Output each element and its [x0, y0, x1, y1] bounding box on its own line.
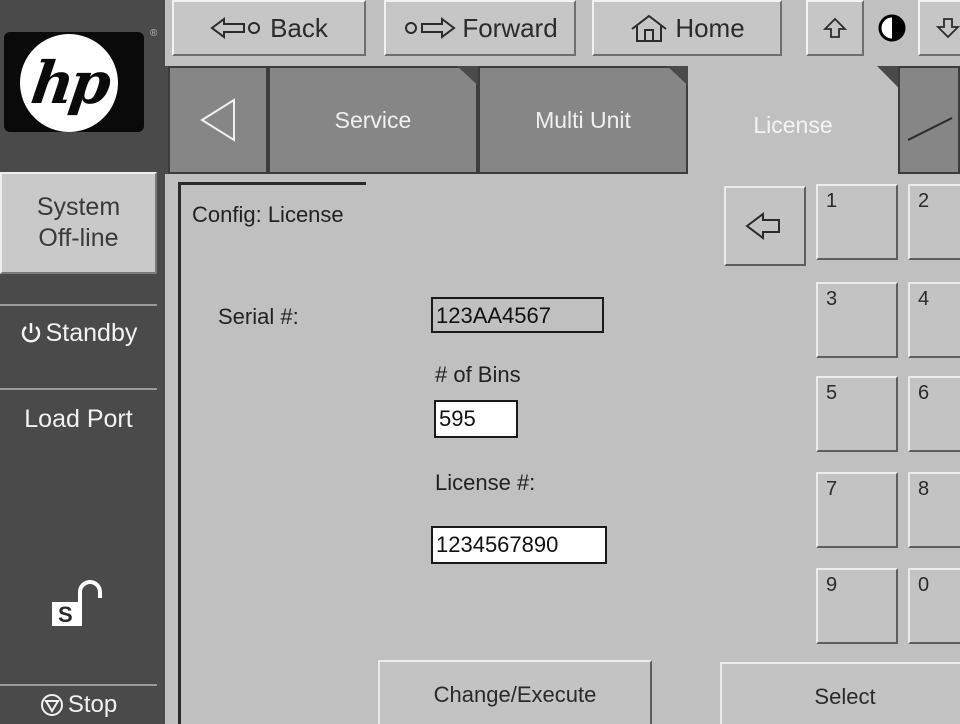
change-execute-button[interactable]: Change/Execute [378, 660, 652, 724]
forward-label: Forward [462, 12, 558, 43]
change-execute-label: Change/Execute [433, 682, 597, 707]
back-arrow-icon [210, 17, 264, 39]
logo-text: hp [26, 49, 112, 117]
power-icon [20, 321, 42, 345]
key-6[interactable]: 6 [908, 376, 960, 452]
key-5[interactable]: 5 [816, 376, 898, 452]
key-4[interactable]: 4 [908, 282, 960, 358]
key-9[interactable]: 9 [816, 568, 898, 644]
contrast-icon [877, 13, 907, 43]
license-label: License #: [435, 470, 536, 495]
offline-label-line1: System [36, 192, 121, 221]
license-number-input[interactable]: 1234567890 [431, 526, 607, 564]
key-3[interactable]: 3 [816, 282, 898, 358]
standby-label: Standby [45, 318, 138, 347]
left-triangle-icon [198, 98, 238, 142]
page-title: Config: License [192, 202, 344, 227]
back-button[interactable]: Back [172, 0, 366, 56]
home-button[interactable]: Home [592, 0, 782, 56]
stop-label: Stop [67, 691, 118, 718]
panel-border-left [178, 182, 181, 724]
stop-icon [40, 693, 64, 717]
load-port-label: Load Port [24, 404, 133, 433]
key-1[interactable]: 1 [816, 184, 898, 260]
key-0[interactable]: 0 [908, 568, 960, 644]
tab-multi-unit[interactable]: Multi Unit [478, 66, 688, 174]
key-7[interactable]: 7 [816, 472, 898, 548]
backspace-key[interactable] [724, 186, 806, 266]
hp-logo: hp [4, 32, 144, 132]
serial-number-field: 123AA4567 [431, 297, 604, 333]
security-lock-icon[interactable]: S [40, 578, 120, 638]
tab-license-label: License [753, 111, 833, 138]
down-arrow-icon [936, 16, 960, 40]
forward-arrow-icon [402, 17, 456, 39]
select-button[interactable]: Select [720, 662, 960, 724]
tab-license[interactable]: License [688, 66, 898, 184]
key-8[interactable]: 8 [908, 472, 960, 548]
select-label: Select [814, 684, 876, 709]
tab-multi-unit-label: Multi Unit [535, 106, 631, 133]
serial-label: Serial #: [218, 304, 299, 329]
logo-circle: hp [20, 34, 118, 132]
home-icon [629, 13, 669, 43]
tab-next-button[interactable] [898, 66, 960, 174]
offline-label-line2: Off-line [38, 224, 119, 252]
bins-label: # of Bins [435, 362, 521, 387]
standby-button[interactable]: Standby [0, 304, 157, 360]
panel-border-top [178, 182, 366, 185]
backspace-arrow-icon [745, 211, 785, 241]
brightness-up-button[interactable] [806, 0, 864, 56]
home-label: Home [675, 12, 745, 43]
forward-button[interactable]: Forward [384, 0, 576, 56]
load-port-button[interactable]: Load Port [0, 388, 157, 448]
registered-mark: ® [150, 28, 158, 39]
stop-button[interactable]: Stop [0, 684, 157, 724]
bins-input[interactable]: 595 [434, 400, 518, 438]
contrast-button[interactable] [868, 0, 916, 56]
lock-letter: S [58, 602, 73, 627]
system-offline-button[interactable]: System Off-line [0, 172, 157, 274]
brightness-down-button[interactable] [918, 0, 960, 56]
tab-service-label: Service [334, 106, 412, 133]
tab-service[interactable]: Service [268, 66, 478, 174]
back-label: Back [270, 12, 328, 43]
key-2[interactable]: 2 [908, 184, 960, 260]
tab-prev-button[interactable] [168, 66, 268, 174]
up-arrow-icon [823, 16, 847, 40]
right-triangle-icon [904, 98, 954, 142]
